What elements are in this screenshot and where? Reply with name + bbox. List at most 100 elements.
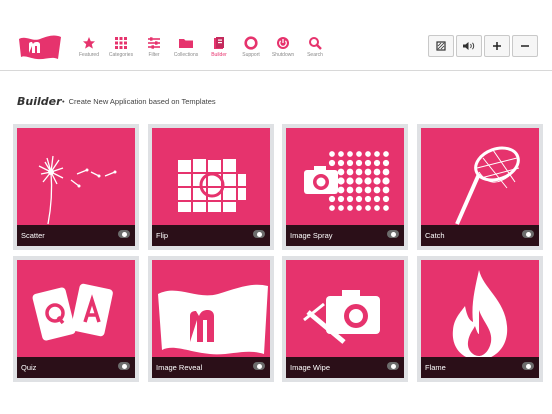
screen-button[interactable] — [428, 35, 454, 57]
info-icon — [390, 231, 396, 237]
spray-dot — [337, 168, 345, 176]
info-icon — [525, 363, 531, 369]
spray-dot — [346, 159, 354, 167]
tile-label: Flip — [156, 231, 169, 240]
nav-shutdown[interactable]: Shutdown — [266, 36, 300, 58]
template-tile-catch[interactable]: Catch — [417, 124, 543, 250]
spray-dot — [364, 195, 372, 203]
spray-dot — [337, 186, 345, 194]
spray-dot — [373, 168, 381, 176]
nav-label: Builder — [211, 52, 227, 58]
info-button[interactable] — [387, 362, 399, 370]
nav-filter[interactable]: Filter — [137, 36, 171, 58]
spray-dot — [383, 205, 389, 211]
bullet: • — [62, 97, 65, 106]
spray-dot — [356, 151, 362, 157]
tile-footer: Quiz — [17, 357, 135, 378]
spray-dot — [382, 186, 390, 194]
spray-dot — [373, 177, 381, 185]
template-tile-image-spray[interactable]: Image Spray — [282, 124, 408, 250]
template-tile-flame[interactable]: Flame — [417, 256, 543, 382]
tile-label: Quiz — [21, 363, 37, 372]
logo-flag-icon — [158, 284, 268, 355]
template-tile-image-reveal[interactable]: Image Reveal — [148, 256, 274, 382]
zoom-in-button[interactable] — [484, 35, 510, 57]
info-button[interactable] — [522, 230, 534, 238]
page-subtitle: • Create New Application based on Templat… — [62, 97, 216, 106]
spray-dot — [373, 159, 381, 167]
spray-dot — [373, 186, 381, 194]
nav-label: Shutdown — [271, 52, 295, 58]
spray-dot — [365, 151, 371, 157]
spray-dot — [356, 205, 362, 211]
spray-dot — [346, 177, 354, 185]
info-button[interactable] — [118, 362, 130, 370]
spray-dot — [346, 195, 354, 203]
template-tile-flip[interactable]: Flip — [148, 124, 274, 250]
butterfly-net-icon — [455, 146, 520, 225]
lifebuoy-icon — [244, 36, 258, 50]
info-button[interactable] — [253, 362, 265, 370]
search-icon — [309, 37, 322, 50]
tile-footer: Flame — [421, 357, 539, 378]
tile-label: Scatter — [21, 231, 45, 240]
tile-footer: Catch — [421, 225, 539, 246]
info-icon — [121, 231, 127, 237]
subtitle-text: Create New Application based on Template… — [68, 97, 216, 106]
spray-dot — [382, 168, 390, 176]
power-icon — [277, 37, 289, 49]
nav-collections[interactable]: Collections — [169, 36, 203, 58]
builder-icon — [214, 37, 224, 49]
spray-dot — [337, 159, 345, 167]
spray-dot — [374, 151, 380, 157]
info-button[interactable] — [253, 230, 265, 238]
info-button[interactable] — [387, 230, 399, 238]
nav-support[interactable]: Support — [234, 36, 268, 58]
grid-icon — [115, 37, 127, 49]
sliders-icon — [148, 37, 160, 49]
tile-label: Image Wipe — [290, 363, 331, 372]
info-icon — [256, 231, 262, 237]
info-icon — [525, 231, 531, 237]
nav-featured[interactable]: Featured — [72, 36, 106, 58]
nav-builder[interactable]: Builder — [202, 36, 236, 58]
dandelion-icon — [38, 155, 117, 225]
spray-dot — [337, 177, 345, 185]
top-bar: Featured Categories Filter Collections B… — [0, 0, 552, 71]
template-tile-scatter[interactable]: Scatter — [13, 124, 139, 250]
nav-label: Search — [307, 52, 323, 58]
flip-camera-icon — [178, 159, 246, 212]
tile-body: Quiz — [17, 260, 135, 378]
spray-dot — [364, 186, 372, 194]
tile-footer: Image Spray — [286, 225, 404, 246]
spray-dot — [364, 177, 372, 185]
tile-label: Image Reveal — [156, 363, 203, 372]
tile-footer: Scatter — [17, 225, 135, 246]
spray-dot — [328, 159, 336, 167]
folder-icon — [179, 39, 193, 48]
spray-dot — [365, 205, 371, 211]
template-tile-image-wipe[interactable]: Image Wipe — [282, 256, 408, 382]
spray-dot — [383, 151, 389, 157]
spray-dot — [328, 195, 336, 203]
spray-dot — [347, 151, 353, 157]
volume-button[interactable] — [456, 35, 482, 57]
star-icon — [83, 37, 95, 49]
spray-dot — [382, 195, 390, 203]
spray-dot — [346, 168, 354, 176]
info-button[interactable] — [118, 230, 130, 238]
nav-label: Categories — [108, 52, 134, 58]
nav-categories[interactable]: Categories — [104, 36, 138, 58]
wiper-camera-icon — [303, 290, 380, 344]
info-button[interactable] — [522, 362, 534, 370]
template-tile-quiz[interactable]: Quiz — [13, 256, 139, 382]
tile-footer: Image Wipe — [286, 357, 404, 378]
zoom-out-button[interactable] — [512, 35, 538, 57]
spray-dot — [355, 195, 363, 203]
spray-dot — [338, 205, 344, 211]
nav-search[interactable]: Search — [298, 36, 332, 58]
nav-label: Collections — [173, 52, 199, 58]
info-icon — [121, 363, 127, 369]
tile-body: Flip — [152, 128, 270, 246]
spray-dot — [338, 151, 344, 157]
